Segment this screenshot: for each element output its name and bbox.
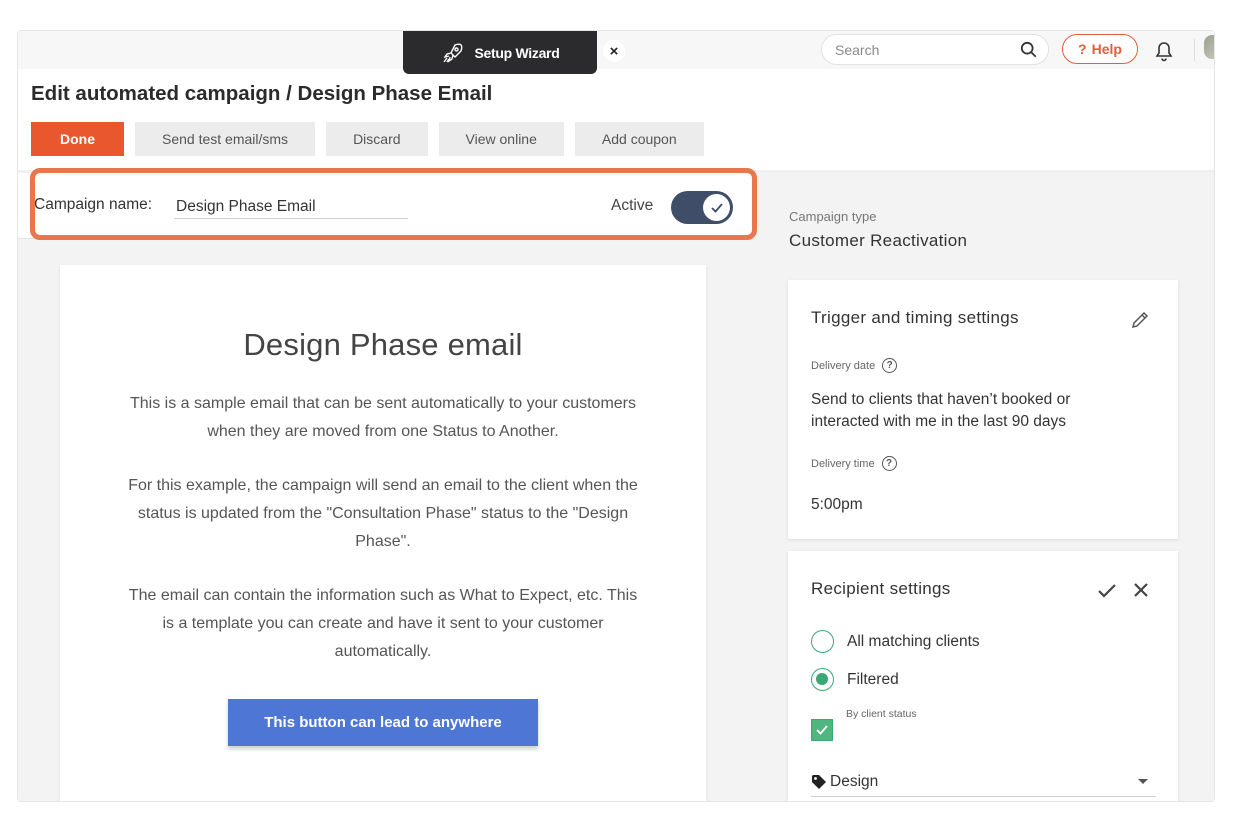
help-label: Help — [1091, 41, 1122, 57]
checkmark-icon — [816, 725, 828, 735]
campaign-type-label: Campaign type — [789, 209, 877, 224]
top-bar: Setup Wizard × ? Help — [18, 31, 1214, 74]
client-status-value: Design — [830, 772, 879, 790]
editor-panel: Campaign name: Active Design Phase email… — [18, 173, 755, 801]
email-cta-button[interactable]: This button can lead to anywhere — [228, 699, 538, 746]
radio-button-selected[interactable] — [811, 668, 834, 691]
email-paragraph: This is a sample email that can be sent … — [130, 395, 636, 440]
delivery-date-label-row: Delivery date ? — [811, 358, 898, 373]
avatar[interactable] — [1204, 35, 1214, 59]
help-button[interactable]: ? Help — [1062, 34, 1138, 64]
campaign-name-input[interactable] — [174, 195, 408, 219]
search-input[interactable] — [835, 41, 1015, 58]
action-toolbar: Done Send test email/sms Discard View on… — [31, 122, 704, 156]
question-circle-icon[interactable]: ? — [882, 358, 898, 373]
delivery-time-value: 5:00pm — [811, 496, 863, 513]
email-paragraph: The email can contain the information su… — [128, 587, 638, 660]
active-toggle[interactable] — [671, 191, 733, 224]
add-coupon-button[interactable]: Add coupon — [574, 122, 704, 156]
search-icon[interactable] — [1020, 41, 1038, 59]
question-circle-icon[interactable]: ? — [881, 456, 897, 471]
trigger-settings-card: Trigger and timing settings Delivery dat… — [788, 280, 1178, 539]
pencil-icon[interactable] — [1130, 310, 1150, 330]
discard-button[interactable]: Discard — [326, 122, 428, 156]
delivery-date-label: Delivery date — [811, 359, 876, 372]
recipient-settings-card: Recipient settings All matching clients … — [788, 551, 1178, 801]
setup-wizard-label: Setup Wizard — [474, 44, 560, 61]
radio-label: All matching clients — [847, 632, 980, 650]
close-icon[interactable] — [1132, 581, 1150, 599]
trigger-settings-title: Trigger and timing settings — [811, 308, 1019, 327]
client-status-checkbox[interactable] — [811, 719, 833, 741]
recipient-settings-title: Recipient settings — [811, 579, 951, 598]
checkmark-icon — [710, 202, 723, 213]
app-window: Setup Wizard × ? Help Edit automated cam… — [17, 30, 1215, 802]
tag-icon — [812, 774, 826, 789]
campaign-name-bar: Campaign name: Active — [18, 173, 755, 239]
close-wizard-button[interactable]: × — [603, 40, 625, 62]
rocket-icon — [442, 43, 462, 63]
by-client-status-label: By client status — [846, 708, 917, 720]
active-label: Active — [611, 197, 654, 214]
done-button[interactable]: Done — [31, 122, 124, 156]
delivery-time-label-row: Delivery time ? — [811, 456, 897, 471]
delivery-date-value: Send to clients that haven’t booked or i… — [811, 391, 1071, 430]
topbar-divider — [1194, 39, 1195, 61]
radio-button[interactable] — [811, 630, 834, 653]
toggle-knob — [703, 194, 730, 221]
email-paragraph: For this example, the campaign will send… — [128, 477, 638, 550]
settings-panel: Campaign type Customer Reactivation Trig… — [755, 173, 1214, 801]
send-test-button[interactable]: Send test email/sms — [135, 122, 316, 156]
page-title: Edit automated campaign / Design Phase E… — [31, 82, 493, 105]
email-heading: Design Phase email — [243, 327, 523, 362]
check-icon[interactable] — [1096, 581, 1118, 601]
campaign-name-label: Campaign name: — [34, 196, 153, 213]
radio-label: Filtered — [847, 670, 899, 688]
campaign-type-value: Customer Reactivation — [789, 231, 968, 250]
radio-filtered[interactable]: Filtered — [811, 668, 899, 691]
caret-down-icon[interactable] — [1138, 779, 1148, 784]
client-status-select[interactable]: Design — [811, 767, 1156, 797]
search-box[interactable] — [821, 34, 1049, 65]
question-icon: ? — [1078, 41, 1087, 57]
email-preview: Design Phase email This is a sample emai… — [60, 265, 706, 801]
bell-icon[interactable] — [1153, 38, 1175, 62]
view-online-button[interactable]: View online — [438, 122, 564, 156]
radio-all-matching[interactable]: All matching clients — [811, 630, 980, 653]
delivery-time-label: Delivery time — [811, 457, 875, 470]
setup-wizard-button[interactable]: Setup Wizard — [403, 31, 597, 74]
